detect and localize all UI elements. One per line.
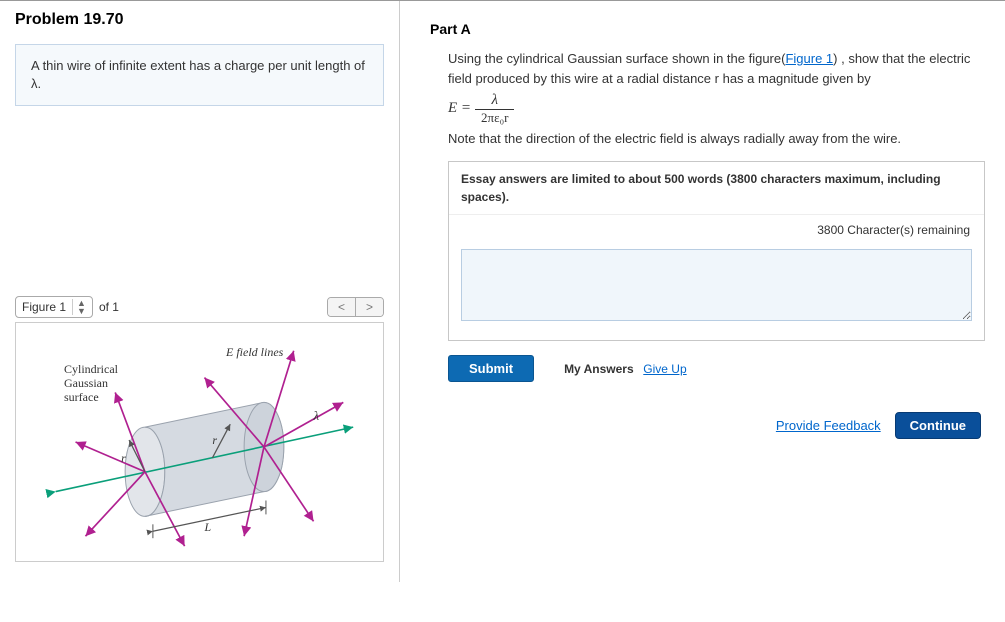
part-a-note: Note that the direction of the electric … (448, 129, 985, 149)
stepper-icon[interactable]: ▲▼ (72, 299, 86, 315)
figure-of-text: of 1 (99, 300, 119, 314)
answer-box: Essay answers are limited to about 500 w… (448, 161, 985, 342)
problem-title: Problem 19.70 (15, 11, 384, 29)
cyl-label-1: Cylindrical (64, 362, 118, 376)
answer-limit-text: Essay answers are limited to about 500 w… (449, 162, 984, 215)
provide-feedback-link[interactable]: Provide Feedback (776, 418, 881, 433)
part-a-heading: Part A (430, 21, 985, 37)
formula-den: 2πε₀r (475, 110, 514, 126)
cyl-label-3: surface (64, 390, 99, 404)
essay-textarea[interactable] (461, 249, 972, 321)
e-field-lines-label: E field lines (226, 345, 283, 360)
characters-remaining: 3800 Character(s) remaining (449, 215, 984, 243)
cyl-label-2: Gaussian (64, 376, 108, 390)
svg-text:r: r (212, 433, 217, 447)
svg-text:L: L (203, 521, 211, 535)
formula: E = λ 2πε₀r (448, 92, 985, 125)
figure-next-button[interactable]: > (355, 298, 383, 316)
my-answers-label: My Answers (564, 362, 634, 376)
figure-selector-label: Figure 1 (22, 300, 66, 314)
formula-num: λ (475, 92, 514, 110)
figure-link[interactable]: Figure 1 (785, 51, 833, 66)
figure-image: E field lines Cylindrical Gaussian surfa… (15, 322, 384, 562)
svg-text:λ: λ (313, 410, 320, 424)
figure-prev-button[interactable]: < (328, 298, 355, 316)
submit-button[interactable]: Submit (448, 355, 534, 382)
problem-intro: A thin wire of infinite extent has a cha… (15, 44, 384, 106)
formula-lhs: E = (448, 97, 471, 120)
part-a-text-1: Using the cylindrical Gaussian surface s… (448, 51, 785, 66)
continue-button[interactable]: Continue (895, 412, 981, 439)
give-up-link[interactable]: Give Up (643, 362, 686, 376)
figure-selector[interactable]: Figure 1 ▲▼ (15, 296, 93, 318)
svg-text:r: r (121, 451, 126, 465)
